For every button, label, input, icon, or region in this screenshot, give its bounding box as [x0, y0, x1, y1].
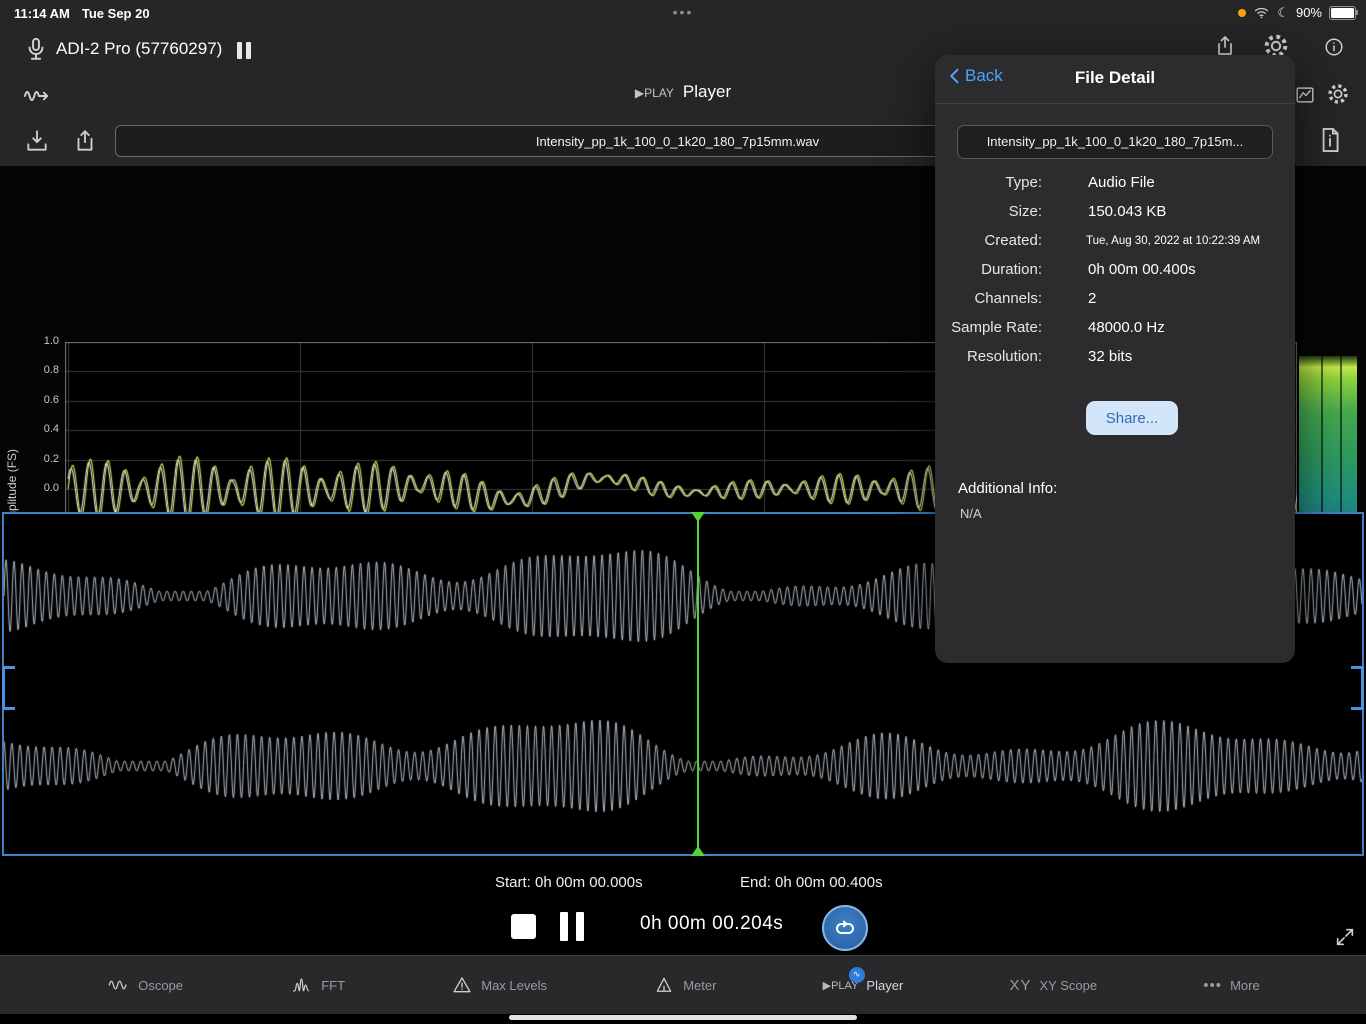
- file-detail-popup: Back File Detail Intensity_pp_1k_100_0_1…: [935, 55, 1295, 663]
- y-tick-label: 0.0: [17, 482, 59, 494]
- info-icon[interactable]: [1323, 36, 1345, 58]
- y-tick-label: 1.0: [17, 335, 59, 347]
- y-tick-label: 0.2: [17, 453, 59, 465]
- end-label: End:: [740, 874, 771, 891]
- playhead-bottom-marker[interactable]: [691, 846, 705, 856]
- file-detail-rows: Type:Audio File Size:150.043 KB Created:…: [935, 168, 1295, 371]
- play-prefix: ▶PLAY: [635, 86, 674, 100]
- view-settings-gear-icon[interactable]: [1326, 82, 1350, 106]
- selection-handle-left[interactable]: [2, 666, 15, 710]
- tab-label: Oscope: [138, 978, 183, 993]
- microphone-icon[interactable]: [22, 36, 50, 64]
- y-tick-label: 0.4: [17, 423, 59, 435]
- tab-more[interactable]: ••• More: [1203, 977, 1259, 994]
- tab-meter[interactable]: Meter: [653, 975, 716, 995]
- end-value: 0h 00m 00.400s: [775, 874, 883, 891]
- detail-row-type: Type:Audio File: [935, 168, 1295, 197]
- sine-icon: [106, 975, 130, 995]
- tab-fft[interactable]: FFT: [289, 975, 345, 995]
- tab-oscope[interactable]: Oscope: [106, 975, 183, 995]
- tab-label: FFT: [321, 978, 345, 993]
- tab-label: More: [1230, 978, 1260, 993]
- player-active-badge: ∿: [849, 967, 865, 983]
- more-dots-icon: •••: [1203, 977, 1222, 994]
- selection-end: End: 0h 00m 00.400s: [740, 874, 883, 891]
- detail-row-channels: Channels:2: [935, 284, 1295, 313]
- moon-icon: ☾: [1277, 5, 1289, 21]
- warning-triangle-icon: [451, 975, 473, 995]
- detail-row-created: Created:Tue, Aug 30, 2022 at 10:22:39 AM: [935, 226, 1295, 255]
- popup-header: Back File Detail: [935, 55, 1295, 104]
- battery-percent: 90%: [1296, 5, 1322, 20]
- tab-player[interactable]: ∿ ▶PLAY Player: [823, 978, 904, 993]
- view-title: Player: [683, 82, 731, 101]
- loop-button[interactable]: [822, 905, 868, 951]
- detail-row-resolution: Resolution:32 bits: [935, 342, 1295, 371]
- detail-filename-field[interactable]: Intensity_pp_1k_100_0_1k20_180_7p15m...: [957, 125, 1273, 159]
- start-label: Start:: [495, 874, 531, 891]
- bottom-tab-bar: Oscope FFT Max Levels Meter ∿ ▶PLAY Play…: [0, 955, 1366, 1014]
- status-ellipsis: •••: [0, 4, 1366, 20]
- playhead-line: [697, 521, 699, 847]
- tab-xy-scope[interactable]: XY XY Scope: [1009, 977, 1097, 994]
- y-tick-label: 0.6: [17, 394, 59, 406]
- battery-icon: [1329, 6, 1356, 20]
- wifi-icon: [1253, 4, 1270, 21]
- share-button[interactable]: Share...: [1086, 401, 1178, 435]
- share-file-icon[interactable]: [72, 128, 98, 154]
- fft-icon: [289, 975, 313, 995]
- stop-button[interactable]: [511, 914, 536, 939]
- tab-label: Max Levels: [481, 978, 547, 993]
- selection-start: Start: 0h 00m 00.000s: [495, 874, 643, 891]
- device-title: ADI-2 Pro (57760297): [56, 39, 222, 59]
- detail-row-sample-rate: Sample Rate:48000.0 Hz: [935, 313, 1295, 342]
- tab-label: XY Scope: [1040, 978, 1098, 993]
- loop-icon: [833, 916, 857, 940]
- device-pause-indicator[interactable]: [237, 42, 251, 59]
- fullscreen-expand-icon[interactable]: [1334, 926, 1356, 948]
- tab-label: Player: [866, 978, 903, 993]
- status-bar: 11:14 AM Tue Sep 20 ••• ☾ 90%: [0, 0, 1366, 28]
- tab-label: Meter: [683, 978, 716, 993]
- tab-max-levels[interactable]: Max Levels: [451, 975, 547, 995]
- chart-view-icon[interactable]: [1294, 84, 1316, 106]
- meter-triangle-icon: [653, 975, 675, 995]
- y-tick-label: 0.8: [17, 364, 59, 376]
- detail-row-duration: Duration:0h 00m 00.400s: [935, 255, 1295, 284]
- start-value: 0h 00m 00.000s: [535, 874, 643, 891]
- xy-text-icon: XY: [1009, 977, 1031, 994]
- popup-title: File Detail: [935, 68, 1295, 88]
- additional-info-label: Additional Info:: [958, 480, 1295, 497]
- status-right: ☾ 90%: [1238, 4, 1356, 21]
- app-root: 11:14 AM Tue Sep 20 ••• ☾ 90% ADI-2 Pro …: [0, 0, 1366, 1024]
- mic-active-indicator: [1238, 9, 1246, 17]
- download-icon[interactable]: [24, 128, 50, 154]
- selection-handle-right[interactable]: [1351, 666, 1364, 710]
- pause-button[interactable]: [560, 912, 584, 941]
- file-info-icon[interactable]: [1316, 126, 1344, 154]
- detail-row-size: Size:150.043 KB: [935, 197, 1295, 226]
- additional-info-value: N/A: [960, 506, 1295, 521]
- playback-position: 0h 00m 00.204s: [640, 913, 783, 935]
- home-indicator[interactable]: [509, 1015, 857, 1020]
